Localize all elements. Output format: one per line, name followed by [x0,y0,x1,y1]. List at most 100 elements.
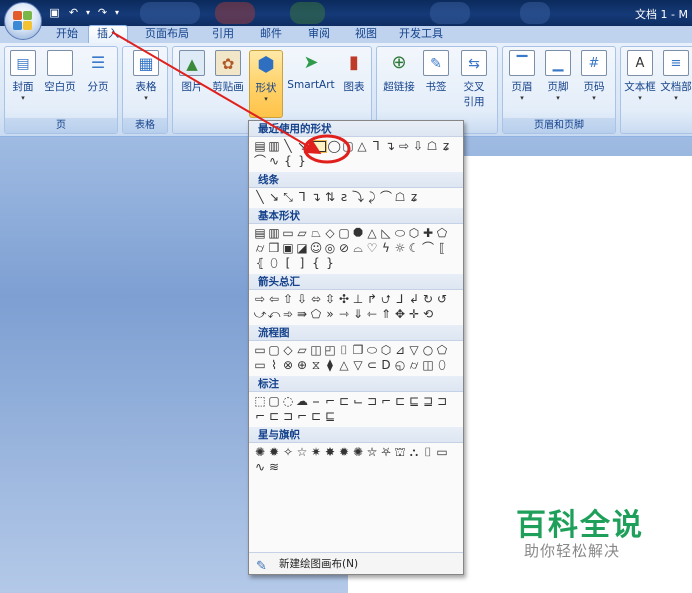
up-arrow-callout-icon[interactable]: ⇑ [380,308,393,321]
smartart-button[interactable]: ➤ SmartArt [286,50,336,118]
u-turn-arrow-icon[interactable]: ⮍ [380,293,393,306]
notched-right-arrow-icon[interactable]: ⇛ [296,308,309,321]
left-right-up-arrow-icon[interactable]: ⊥ [352,293,365,306]
new-drawing-canvas-item[interactable]: ✎ 新建绘图画布(N) [249,552,463,574]
manual-input-icon[interactable]: ⊿ [394,344,407,357]
triangle-shape-icon[interactable]: △ [356,140,369,153]
circular-arrow-icon[interactable]: ⟲ [422,308,435,321]
elbow-connector-shape-icon[interactable]: ᒣ [370,140,383,153]
oval-icon[interactable]: ⬭ [394,227,407,240]
moon-icon[interactable]: ☾ [408,242,421,255]
collate-icon[interactable]: ⧖ [310,359,323,372]
right-bracket-icon[interactable]: ] [296,257,309,270]
tab-references[interactable]: 引用 [206,26,240,43]
down-ribbon-icon[interactable]: ⛧ [380,446,393,459]
arrow-icon[interactable]: ↘ [268,191,281,204]
plus-arrow-icon[interactable]: ✛ [408,308,421,321]
left-right-arrow-icon[interactable]: ⬄ [310,293,323,306]
pentagon-icon[interactable]: ⬠ [436,227,449,240]
striped-right-arrow-icon[interactable]: ➾ [282,308,295,321]
hexagon-icon[interactable]: ⬡ [408,227,421,240]
clipart-button[interactable]: ✿ 剪贴画 [211,50,245,118]
tab-mailings[interactable]: 邮件 [254,26,288,43]
rounded-rectangle-shape-icon[interactable]: ▢ [342,140,355,153]
elbow-arrow-icon[interactable]: ↴ [310,191,323,204]
header-button[interactable]: ▔ 页眉 ▾ [507,50,537,118]
vertical-textbox-shape-icon[interactable]: ▥ [268,140,281,153]
star-4-icon[interactable]: ✧ [282,446,295,459]
process-icon[interactable]: ▭ [254,344,267,357]
undo-icon[interactable]: ↶ [65,5,82,21]
right-triangle-icon[interactable]: ◺ [380,227,393,240]
cross-icon[interactable]: ✚ [422,227,435,240]
blank-page-button[interactable]: 空白页 [43,50,77,118]
cover-page-button[interactable]: ▤ 封面 ▾ [9,50,37,118]
curved-left-arrow-icon[interactable]: ↺ [436,293,449,306]
accent-callout-4-icon[interactable]: ⊑ [408,395,421,408]
curved-down-arrow-icon[interactable]: ⤺ [268,308,281,321]
star-24-icon[interactable]: ✹ [338,446,351,459]
diamond-icon[interactable]: ◇ [324,227,337,240]
line-callout-3-icon[interactable]: ⊏ [338,395,351,408]
tab-developer[interactable]: 开发工具 [395,26,447,43]
right-brace-shape-icon[interactable]: } [296,155,309,168]
bent-arrow-icon[interactable]: ↱ [366,293,379,306]
border-callout-3-icon[interactable]: ⌐ [254,410,267,423]
textbox-icon[interactable]: ▤ [254,227,267,240]
star-8-icon[interactable]: ✷ [310,446,323,459]
accent-border-2-icon[interactable]: ⌐ [296,410,309,423]
oval-shape-icon[interactable]: ◯ [328,140,341,153]
line-callout-1-icon[interactable]: ⎯ [310,395,323,408]
elbow-arrow-connector-shape-icon[interactable]: ↴ [384,140,397,153]
predefined-process-icon[interactable]: ◫ [310,344,323,357]
freeform-shape-icon[interactable]: ʑ [440,140,453,153]
chart-button[interactable]: ▮ 图表 [339,50,369,118]
delay-icon[interactable]: D [380,359,393,372]
smiley-icon[interactable]: ☺ [310,242,323,255]
up-ribbon-icon[interactable]: ⛦ [366,446,379,459]
rectangle-icon[interactable]: ▭ [282,227,295,240]
bevel-icon[interactable]: ▣ [282,242,295,255]
no-symbol-icon[interactable]: ⊘ [338,242,351,255]
page-break-button[interactable]: ☰ 分页 [83,50,113,118]
parallelogram-icon[interactable]: ▱ [296,227,309,240]
line-callout-4-icon[interactable]: ⌙ [352,395,365,408]
magnetic-disk-icon[interactable]: ⌭ [408,359,421,372]
hyperlink-button[interactable]: ⊕ 超链接 [381,50,417,118]
curved-double-arrow-icon[interactable]: ⤸ [366,191,379,204]
rectangle-shape-icon[interactable] [310,141,326,152]
quad-arrow-callout-icon[interactable]: ✥ [394,308,407,321]
line-icon[interactable]: ╲ [254,191,267,204]
redo-icon[interactable]: ↷ [94,5,111,21]
vertical-textbox-icon[interactable]: ▥ [268,227,281,240]
scribble-icon[interactable]: ʑ [408,191,421,204]
flowchart-shape-icon[interactable]: ☖ [426,140,439,153]
tab-insert[interactable]: 插入 [88,25,128,44]
bent-up-arrow-icon[interactable]: ↲ [408,293,421,306]
arrow-line-shape-icon[interactable]: ↘ [296,140,309,153]
tab-page-layout[interactable]: 页面布局 [141,26,193,43]
curved-up-arrow-icon[interactable]: ⤻ [254,308,267,321]
cube-icon[interactable]: ❒ [268,242,281,255]
wave-icon[interactable]: ∿ [254,461,267,474]
alternate-process-icon[interactable]: ▢ [268,344,281,357]
preparation-icon[interactable]: ⬡ [380,344,393,357]
extract-icon[interactable]: △ [338,359,351,372]
or-icon[interactable]: ⊕ [296,359,309,372]
curve-icon[interactable]: ⌒ [380,191,393,204]
rounded-rect-icon[interactable]: ▢ [338,227,351,240]
up-arrow-icon[interactable]: ⇧ [282,293,295,306]
double-wave-icon[interactable]: ≋ [268,461,281,474]
arc-icon[interactable]: ⌒ [422,242,435,255]
border-callout-2-icon[interactable]: ⊐ [436,395,449,408]
shapes-button[interactable]: ⬢ 形状 ▾ [249,50,283,118]
data-icon[interactable]: ▱ [296,344,309,357]
curve-shape-icon[interactable]: ∿ [268,155,281,168]
triangle-icon[interactable]: △ [366,227,379,240]
picture-button[interactable]: ▲ 图片 [177,50,207,118]
pentagon-arrow-icon[interactable]: ⬠ [310,308,323,321]
elbow-connector-icon[interactable]: ᒣ [296,191,309,204]
up-down-arrow-icon[interactable]: ⇳ [324,293,337,306]
curved-down-ribbon-icon[interactable]: ⛬ [408,446,421,459]
left-bracket-icon[interactable]: [ [282,257,295,270]
